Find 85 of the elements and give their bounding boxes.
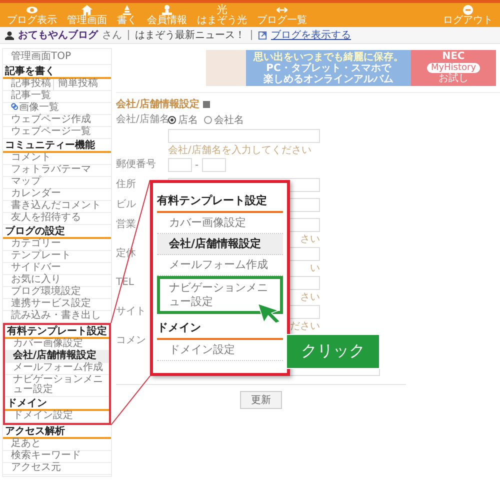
update-button[interactable]: 更新: [240, 391, 282, 409]
menu-item[interactable]: ナビゲーションメニュー設定: [157, 276, 283, 314]
hint-text: ださい: [290, 321, 320, 332]
sidebar-section-title: ブログの設定: [3, 225, 111, 239]
field-label: サイト: [116, 306, 146, 317]
chain-icon: [11, 103, 18, 110]
sidebar-item[interactable]: アクセス元: [3, 463, 111, 475]
sidebar-item[interactable]: ナビゲーションメニュー設定: [5, 375, 109, 397]
house-icon: [81, 4, 93, 14]
banner-text: 思い出をいつまでも綺麗に保存。: [254, 52, 404, 62]
sidebar-item[interactable]: ウェブページ作成: [3, 115, 111, 127]
input-field[interactable]: [168, 158, 192, 172]
sidebar-item[interactable]: コメント: [3, 153, 111, 165]
field-label: 住所: [116, 179, 136, 190]
ad-banner[interactable]: 思い出をいつまでも綺麗に保存。 PC・タブレット・スマホで 楽しめるオンラインアルバム NEC MyHistory お試し: [206, 50, 496, 86]
sidebar-item[interactable]: 簡単投稿: [53, 79, 100, 90]
photo-placeholder: [206, 50, 246, 86]
link-icon: [258, 30, 267, 40]
hint-text: さい: [300, 234, 320, 245]
sidebar-item[interactable]: お気に入り: [3, 275, 111, 287]
logo-glyph: 光: [216, 4, 228, 15]
eye-icon: [26, 4, 38, 14]
sidebar-item[interactable]: 画像一覧: [3, 103, 111, 115]
sidebar-item[interactable]: サイドバー: [3, 263, 111, 275]
menu-item[interactable]: ドメイン設定: [157, 340, 283, 361]
cursor-arrow-icon: [256, 302, 282, 324]
banner-text: PC・タブレット・スマホで: [266, 62, 391, 74]
sidebar-item[interactable]: 連携サービス設定: [3, 299, 111, 311]
radio-button[interactable]: [168, 116, 176, 124]
sidebar-section-title: ドメイン: [5, 397, 109, 411]
radio-label: 会社名: [214, 114, 244, 127]
double-arrow-icon: [276, 4, 288, 14]
banner-text: 楽しめるオンラインアルバム: [264, 74, 394, 84]
person-icon: [161, 4, 173, 14]
pen-icon: [121, 4, 133, 14]
logout-icon: [462, 4, 474, 14]
sidebar-item[interactable]: 記事投稿: [3, 79, 53, 90]
sidebar-item[interactable]: 読み込み・書き出し: [3, 311, 111, 323]
help-icon[interactable]: [202, 100, 210, 108]
view-blog-link[interactable]: ブログを表示する: [271, 28, 351, 42]
sidebar-item[interactable]: 会社/店舗情報設定: [5, 351, 109, 363]
action-label: クリック: [286, 334, 380, 369]
field-label: 郵便番号: [116, 159, 156, 170]
sidebar-section-title: アクセス解析: [3, 425, 111, 439]
sidebar-item[interactable]: ウェブページ一覧: [3, 127, 111, 139]
menu-item[interactable]: メールフォーム作成: [157, 255, 283, 276]
brand-text: NEC: [442, 52, 465, 62]
sidebar-item[interactable]: 記事一覧: [3, 91, 111, 103]
sidebar-item[interactable]: ブログ環境設定: [3, 287, 111, 299]
user-icon: [5, 30, 14, 40]
input-field[interactable]: [168, 129, 320, 143]
blog-name: おてもやんブログ: [18, 28, 98, 42]
field-label: 営業: [116, 219, 136, 230]
product-badge: MyHistory: [426, 63, 480, 73]
sidebar-item[interactable]: カレンダー: [3, 189, 111, 201]
sidebar-section-title: 記事を書く: [3, 65, 111, 79]
sidebar-item[interactable]: 管理画面TOP: [3, 50, 111, 65]
sidebar-item[interactable]: カテゴリー: [3, 239, 111, 251]
field-label: 会社/店舗名: [116, 114, 170, 125]
sidebar-item[interactable]: 友人を招待する: [3, 213, 111, 225]
input-field[interactable]: [202, 158, 226, 172]
radio-button[interactable]: [204, 116, 212, 124]
sidebar-section-title: コミュニティー機能: [3, 139, 111, 153]
sidebar-item[interactable]: メールフォーム作成: [5, 363, 109, 375]
sidebar-item[interactable]: フォトラバテーマ: [3, 165, 111, 177]
news-link[interactable]: はまぞう最新ニュース！: [135, 28, 245, 42]
hint-text: さい: [300, 292, 320, 303]
menu-item[interactable]: 会社/店舗情報設定: [157, 234, 283, 255]
sidebar-section-title: 有料テンプレート設定: [5, 325, 109, 339]
field-label: コメン: [116, 335, 146, 346]
sidebar-item[interactable]: 書き込んだコメント: [3, 201, 111, 213]
sidebar-item[interactable]: ドメイン設定: [5, 411, 109, 423]
hint-text: い: [310, 263, 320, 274]
field-label: ビル: [116, 199, 136, 210]
menu-section-title: 有料テンプレート設定: [157, 189, 283, 213]
radio-label: 店名: [178, 114, 198, 127]
sidebar-item[interactable]: マップ: [3, 177, 111, 189]
form-title: 会社/店舗情報設定: [116, 97, 200, 111]
separator-text: -: [195, 160, 199, 170]
hint-text: 会社/店舗名を入力してください: [168, 145, 312, 156]
sidebar-item[interactable]: テンプレート: [3, 251, 111, 263]
honorific-text: さん: [102, 29, 122, 42]
sidebar-item[interactable]: 足あと: [3, 439, 111, 451]
sidebar-item[interactable]: 検索キーワード: [3, 451, 111, 463]
banner-text: お試し: [438, 74, 468, 84]
